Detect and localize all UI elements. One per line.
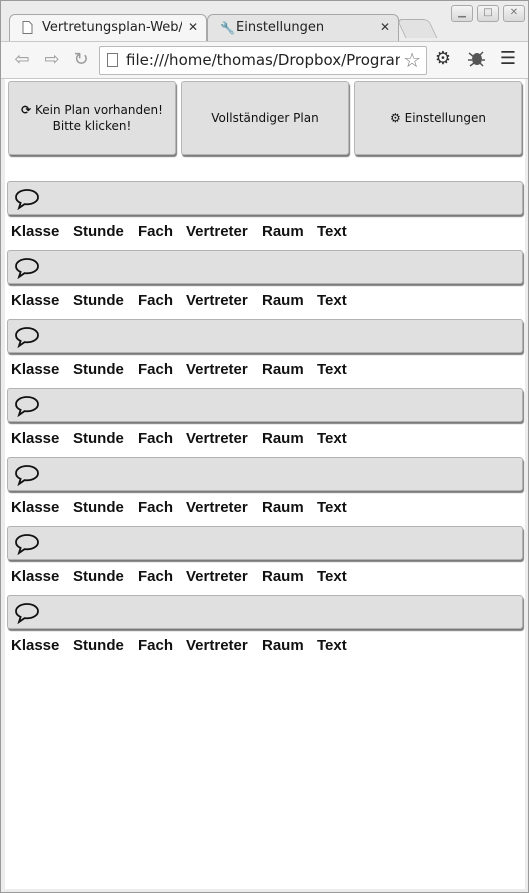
- column-header-klasse: Klasse: [11, 292, 60, 309]
- close-tab-icon[interactable]: ✕: [380, 20, 390, 34]
- section-toggle[interactable]: [7, 526, 523, 560]
- star-icon[interactable]: ☆: [403, 48, 421, 72]
- section-toggle[interactable]: [7, 319, 523, 353]
- forward-icon[interactable]: ⇨: [41, 49, 63, 71]
- column-header-fach: Fach: [138, 361, 174, 378]
- settings-label: Einstellungen: [404, 111, 486, 125]
- column-header-klasse: Klasse: [11, 499, 60, 516]
- section-toggle[interactable]: [7, 181, 523, 215]
- close-window-button[interactable]: ✕: [503, 5, 525, 22]
- close-tab-icon[interactable]: ✕: [188, 20, 198, 34]
- section-toggle[interactable]: [7, 250, 523, 284]
- speech-bubble-icon: [15, 603, 39, 624]
- speech-bubble-icon: [15, 189, 39, 210]
- reload-icon[interactable]: ↻: [70, 49, 92, 71]
- column-header-vertreter: Vertreter: [186, 499, 248, 516]
- tab-einstellungen[interactable]: 🔧 Einstellungen ✕: [207, 14, 399, 41]
- gear-icon: ⚙: [390, 111, 401, 125]
- tab-title: Einstellungen: [236, 20, 325, 35]
- section-toggle[interactable]: [7, 595, 523, 629]
- refresh-label-line1: Kein Plan vorhanden!: [34, 103, 163, 117]
- minimize-button[interactable]: ▁: [451, 5, 473, 22]
- refresh-icon: ⟳: [21, 103, 32, 117]
- column-header-raum: Raum: [262, 361, 304, 378]
- column-header-fach: Fach: [138, 430, 174, 447]
- column-header-klasse: Klasse: [11, 361, 60, 378]
- column-header-klasse: Klasse: [11, 430, 60, 447]
- column-header-raum: Raum: [262, 499, 304, 516]
- column-header-klasse: Klasse: [11, 637, 60, 654]
- tab-strip: Vertretungsplan-Web/ ✕ 🔧 Einstellungen ✕…: [1, 1, 528, 41]
- column-header-klasse: Klasse: [11, 568, 60, 585]
- column-header-raum: Raum: [262, 568, 304, 585]
- section-toggle[interactable]: [7, 457, 523, 491]
- speech-bubble-icon: [15, 258, 39, 279]
- column-header-stunde: Stunde: [73, 292, 124, 309]
- column-header-vertreter: Vertreter: [186, 361, 248, 378]
- column-header-text: Text: [317, 499, 347, 516]
- column-header-vertreter: Vertreter: [186, 637, 248, 654]
- settings-button[interactable]: ⚙ Einstellungen: [354, 81, 522, 155]
- toolbar: ⇦ ⇨ ↻ file:///home/thomas/Dropbox/Progra…: [1, 41, 528, 79]
- extension-icon[interactable]: [465, 48, 487, 70]
- page-content: ⟳ Kein Plan vorhanden! Bitte klicken! Vo…: [5, 79, 525, 889]
- page-icon: [107, 53, 118, 67]
- column-header-vertreter: Vertreter: [186, 292, 248, 309]
- settings-gear-icon[interactable]: ⚙: [432, 48, 454, 70]
- column-header-fach: Fach: [138, 499, 174, 516]
- column-header-stunde: Stunde: [73, 430, 124, 447]
- wrench-icon: 🔧: [220, 21, 235, 35]
- url-text: file:///home/thomas/Dropbox/Programmi: [126, 51, 400, 69]
- back-icon[interactable]: ⇦: [11, 49, 33, 71]
- section-toggle[interactable]: [7, 388, 523, 422]
- browser-window: Vertretungsplan-Web/ ✕ 🔧 Einstellungen ✕…: [0, 0, 529, 893]
- column-header-text: Text: [317, 637, 347, 654]
- column-header-stunde: Stunde: [73, 499, 124, 516]
- column-header-klasse: Klasse: [11, 223, 60, 240]
- refresh-plan-button[interactable]: ⟳ Kein Plan vorhanden! Bitte klicken!: [8, 81, 176, 155]
- tab-title: Vertretungsplan-Web/: [42, 20, 182, 35]
- column-header-raum: Raum: [262, 430, 304, 447]
- column-header-vertreter: Vertreter: [186, 430, 248, 447]
- column-header-text: Text: [317, 430, 347, 447]
- new-tab-button[interactable]: [396, 19, 438, 38]
- speech-bubble-icon: [15, 327, 39, 348]
- column-header-fach: Fach: [138, 568, 174, 585]
- menu-icon[interactable]: ☰: [497, 48, 519, 70]
- speech-bubble-icon: [15, 396, 39, 417]
- full-plan-label: Vollständiger Plan: [211, 111, 319, 125]
- maximize-button[interactable]: □: [477, 5, 499, 22]
- address-bar[interactable]: file:///home/thomas/Dropbox/Programmi ☆: [99, 46, 427, 75]
- column-header-text: Text: [317, 223, 347, 240]
- column-header-fach: Fach: [138, 637, 174, 654]
- page-icon: [22, 21, 36, 35]
- column-header-raum: Raum: [262, 637, 304, 654]
- column-header-raum: Raum: [262, 223, 304, 240]
- column-header-text: Text: [317, 292, 347, 309]
- column-header-fach: Fach: [138, 292, 174, 309]
- full-plan-button[interactable]: Vollständiger Plan: [181, 81, 349, 155]
- column-header-fach: Fach: [138, 223, 174, 240]
- column-header-raum: Raum: [262, 292, 304, 309]
- tab-vertretungsplan[interactable]: Vertretungsplan-Web/ ✕: [9, 14, 207, 41]
- column-header-stunde: Stunde: [73, 568, 124, 585]
- column-header-text: Text: [317, 361, 347, 378]
- refresh-label-line2: Bitte klicken!: [52, 119, 132, 133]
- column-header-stunde: Stunde: [73, 361, 124, 378]
- column-header-stunde: Stunde: [73, 223, 124, 240]
- column-header-vertreter: Vertreter: [186, 568, 248, 585]
- speech-bubble-icon: [15, 534, 39, 555]
- column-header-stunde: Stunde: [73, 637, 124, 654]
- column-header-vertreter: Vertreter: [186, 223, 248, 240]
- column-header-text: Text: [317, 568, 347, 585]
- speech-bubble-icon: [15, 465, 39, 486]
